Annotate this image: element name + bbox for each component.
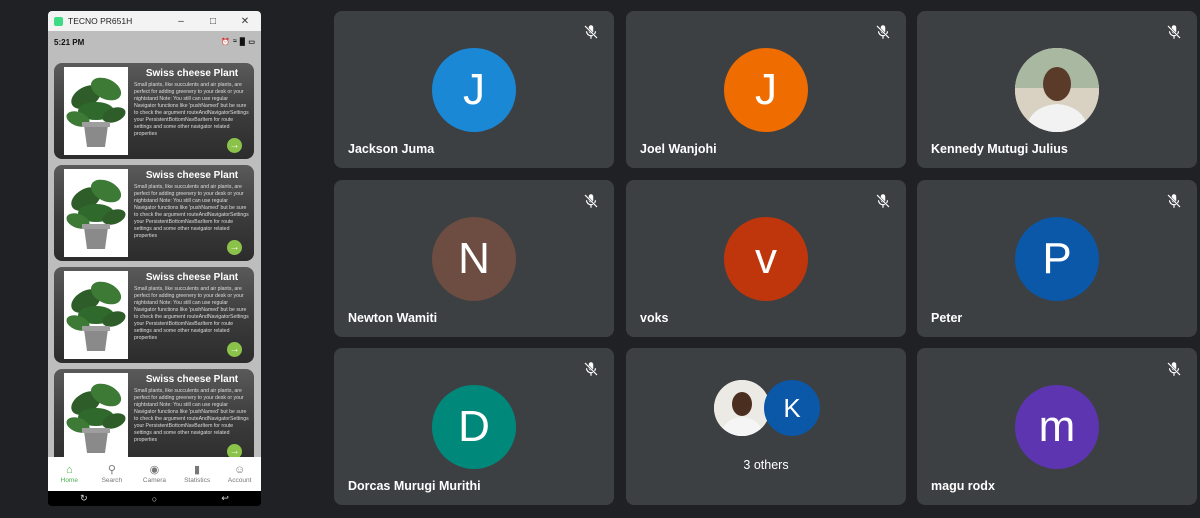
plant-image xyxy=(64,169,128,257)
avatar-photo xyxy=(1015,48,1099,132)
nav-home[interactable]: ⌂ Home xyxy=(48,457,91,491)
plant-card[interactable]: Swiss cheese Plant Small plants, like su… xyxy=(54,267,254,363)
minimize-icon[interactable]: – xyxy=(165,11,197,31)
mic-off-icon xyxy=(1167,362,1181,376)
mic-off-icon xyxy=(876,194,890,208)
participant-tile[interactable]: J Joel Wanjohi xyxy=(626,11,906,168)
home-circle-icon[interactable]: ○ xyxy=(152,494,157,504)
plant-card[interactable]: Swiss cheese Plant Small plants, like su… xyxy=(54,63,254,159)
plant-title: Swiss cheese Plant xyxy=(145,374,239,385)
arrow-right-icon[interactable]: → xyxy=(227,240,242,255)
participant-tile[interactable]: N Newton Wamiti xyxy=(334,180,614,337)
battery-icon: ▭ xyxy=(248,39,255,46)
bar-chart-icon: ▮ xyxy=(194,464,201,476)
participant-name: Jackson Juma xyxy=(348,142,435,156)
maximize-icon[interactable]: □ xyxy=(197,11,229,31)
participant-tile[interactable]: v voks xyxy=(626,180,906,337)
others-tile[interactable]: K 3 others xyxy=(626,348,906,505)
participant-name: voks xyxy=(640,311,669,325)
avatar: P xyxy=(1015,217,1099,301)
avatar: N xyxy=(432,217,516,301)
arrow-right-icon[interactable]: → xyxy=(227,138,242,153)
mic-off-icon xyxy=(584,194,598,208)
participant-tile[interactable]: Kennedy Mutugi Julius xyxy=(917,11,1197,168)
status-icons: ⏰ ≈ ▉ ▭ xyxy=(221,38,255,46)
phone-status-bar: 5:21 PM ⏰ ≈ ▉ ▭ xyxy=(48,31,261,53)
close-icon[interactable]: ✕ xyxy=(229,11,261,31)
plant-list[interactable]: Swiss cheese Plant Small plants, like su… xyxy=(48,53,261,457)
participant-name: Dorcas Murugi Murithi xyxy=(348,479,481,493)
plant-image xyxy=(64,271,128,359)
others-label: 3 others xyxy=(743,458,789,472)
plant-card[interactable]: Swiss cheese Plant Small plants, like su… xyxy=(54,165,254,261)
nav-label: Account xyxy=(227,477,252,484)
participant-tile[interactable]: J Jackson Juma xyxy=(334,11,614,168)
window-titlebar: TECNO PR651H – □ ✕ xyxy=(48,11,261,31)
window-title: TECNO PR651H xyxy=(68,16,133,26)
arrow-right-icon[interactable]: → xyxy=(227,342,242,357)
plant-image xyxy=(64,373,128,457)
search-icon: ⚲ xyxy=(107,464,116,476)
plant-image xyxy=(64,67,128,155)
back-icon[interactable]: ↩ xyxy=(221,493,229,504)
avatar: J xyxy=(724,48,808,132)
bottom-nav: ⌂ Home ⚲ Search ◉ Camera ▮ Statistics ☺ … xyxy=(48,457,261,491)
nav-search[interactable]: ⚲ Search xyxy=(91,457,134,491)
plant-title: Swiss cheese Plant xyxy=(145,272,239,283)
nav-label: Home xyxy=(60,477,78,484)
participant-name: magu rodx xyxy=(931,479,995,493)
participant-tile[interactable]: D Dorcas Murugi Murithi xyxy=(334,348,614,505)
avatar: v xyxy=(724,217,808,301)
app-icon xyxy=(54,16,63,26)
nav-label: Statistics xyxy=(184,477,211,484)
wifi-icon: ≈ xyxy=(233,38,237,45)
plant-card[interactable]: Swiss cheese Plant Small plants, like su… xyxy=(54,369,254,457)
recents-icon[interactable]: ↻ xyxy=(80,493,88,504)
mic-off-icon xyxy=(1167,25,1181,39)
avatar: D xyxy=(432,385,516,469)
participant-name: Joel Wanjohi xyxy=(640,142,717,156)
camera-icon: ◉ xyxy=(149,464,160,476)
plant-title: Swiss cheese Plant xyxy=(145,68,239,79)
plant-title: Swiss cheese Plant xyxy=(145,170,239,181)
phone-mirror-window: TECNO PR651H – □ ✕ 5:21 PM ⏰ ≈ ▉ ▭ Swiss… xyxy=(48,11,261,506)
nav-statistics[interactable]: ▮ Statistics xyxy=(176,457,219,491)
participant-tile[interactable]: P Peter xyxy=(917,180,1197,337)
avatar: J xyxy=(432,48,516,132)
avatar-photo xyxy=(714,380,770,436)
nav-account[interactable]: ☺ Account xyxy=(218,457,261,491)
nav-label: Search xyxy=(101,477,123,484)
arrow-right-icon[interactable]: → xyxy=(227,444,242,457)
alarm-icon: ⏰ xyxy=(221,39,231,46)
status-time: 5:21 PM xyxy=(54,37,85,47)
participant-name: Peter xyxy=(931,311,963,325)
avatar: K xyxy=(764,380,820,436)
mic-off-icon xyxy=(584,25,598,39)
participant-name: Newton Wamiti xyxy=(348,311,438,325)
mic-off-icon xyxy=(584,362,598,376)
nav-camera[interactable]: ◉ Camera xyxy=(133,457,176,491)
avatar: m xyxy=(1015,385,1099,469)
person-icon: ☺ xyxy=(234,464,246,476)
home-icon: ⌂ xyxy=(65,464,73,476)
mic-off-icon xyxy=(876,25,890,39)
nav-label: Camera xyxy=(142,477,167,484)
participant-name: Kennedy Mutugi Julius xyxy=(931,142,1068,156)
mic-off-icon xyxy=(1167,194,1181,208)
signal-icon: ▉ xyxy=(239,39,246,46)
participant-tile[interactable]: m magu rodx xyxy=(917,348,1197,505)
android-system-nav: ↻ ○ ↩ xyxy=(48,491,261,506)
